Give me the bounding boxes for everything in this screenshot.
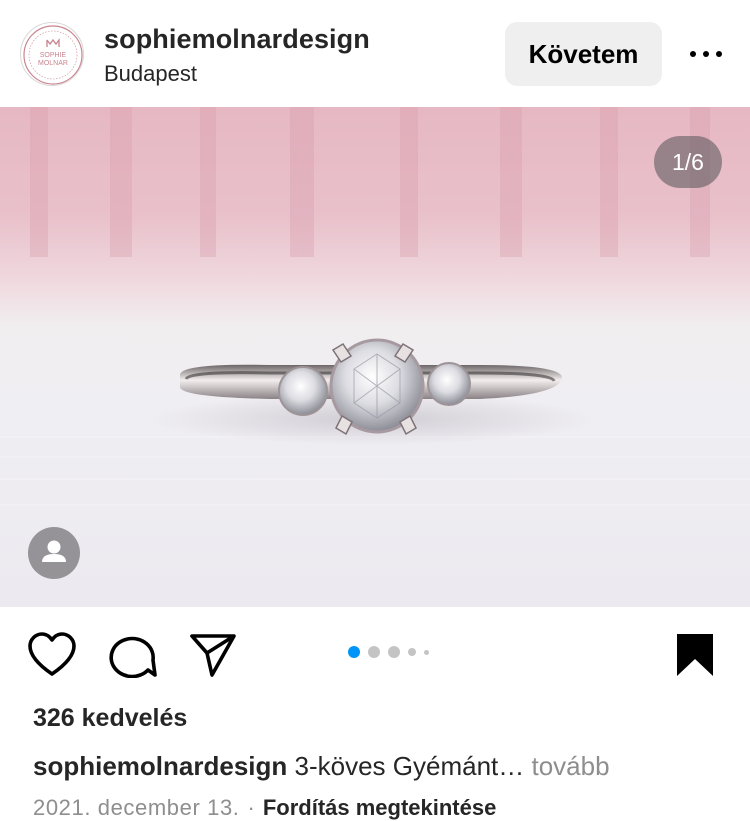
profile-avatar[interactable]: SOPHIE MOLNAR: [20, 22, 84, 86]
carousel-dot: [424, 649, 429, 655]
follow-button[interactable]: Követem: [505, 22, 662, 86]
carousel-dot: [408, 648, 416, 656]
svg-text:MOLNAR: MOLNAR: [38, 60, 68, 67]
caption-more-link[interactable]: tovább: [531, 751, 609, 781]
post-location[interactable]: Budapest: [104, 61, 197, 87]
post-username[interactable]: sophiemolnardesign: [104, 24, 370, 55]
carousel-dot-active: [348, 646, 360, 658]
send-icon[interactable]: [188, 632, 238, 678]
translate-link[interactable]: Fordítás megtekintése: [263, 795, 497, 820]
carousel-dot: [368, 646, 380, 658]
more-dot: [690, 51, 696, 57]
carousel-dots: [348, 645, 429, 659]
post-header: SOPHIE MOLNAR sophiemolnardesign Budapes…: [0, 0, 750, 107]
post-image[interactable]: 1/6: [0, 107, 750, 607]
more-dot: [703, 51, 709, 57]
heart-icon[interactable]: [27, 632, 77, 678]
brand-logo-icon: SOPHIE MOLNAR: [23, 25, 83, 85]
action-bar: [0, 607, 750, 697]
like-count[interactable]: 326 kedvelés: [33, 704, 187, 733]
carousel-counter: 1/6: [654, 136, 722, 188]
more-options-icon[interactable]: [686, 36, 726, 72]
bookmark-icon[interactable]: [670, 632, 720, 678]
separator: ·: [247, 795, 255, 820]
more-dot: [716, 51, 722, 57]
post-caption: sophiemolnardesign 3-köves Gyémánt… tová…: [33, 751, 610, 782]
caption-text: 3-köves Gyémánt…: [294, 751, 525, 781]
carousel-dot: [388, 646, 400, 658]
post-date: 2021. december 13.: [33, 795, 240, 820]
person-icon: [42, 540, 66, 562]
tagged-users-button[interactable]: [28, 527, 80, 579]
comment-icon[interactable]: [108, 632, 158, 678]
post-footer: 2021. december 13. · Fordítás megtekintése: [33, 795, 496, 821]
caption-username[interactable]: sophiemolnardesign: [33, 751, 287, 781]
ring-photo: [0, 107, 750, 506]
svg-text:SOPHIE: SOPHIE: [40, 52, 67, 59]
